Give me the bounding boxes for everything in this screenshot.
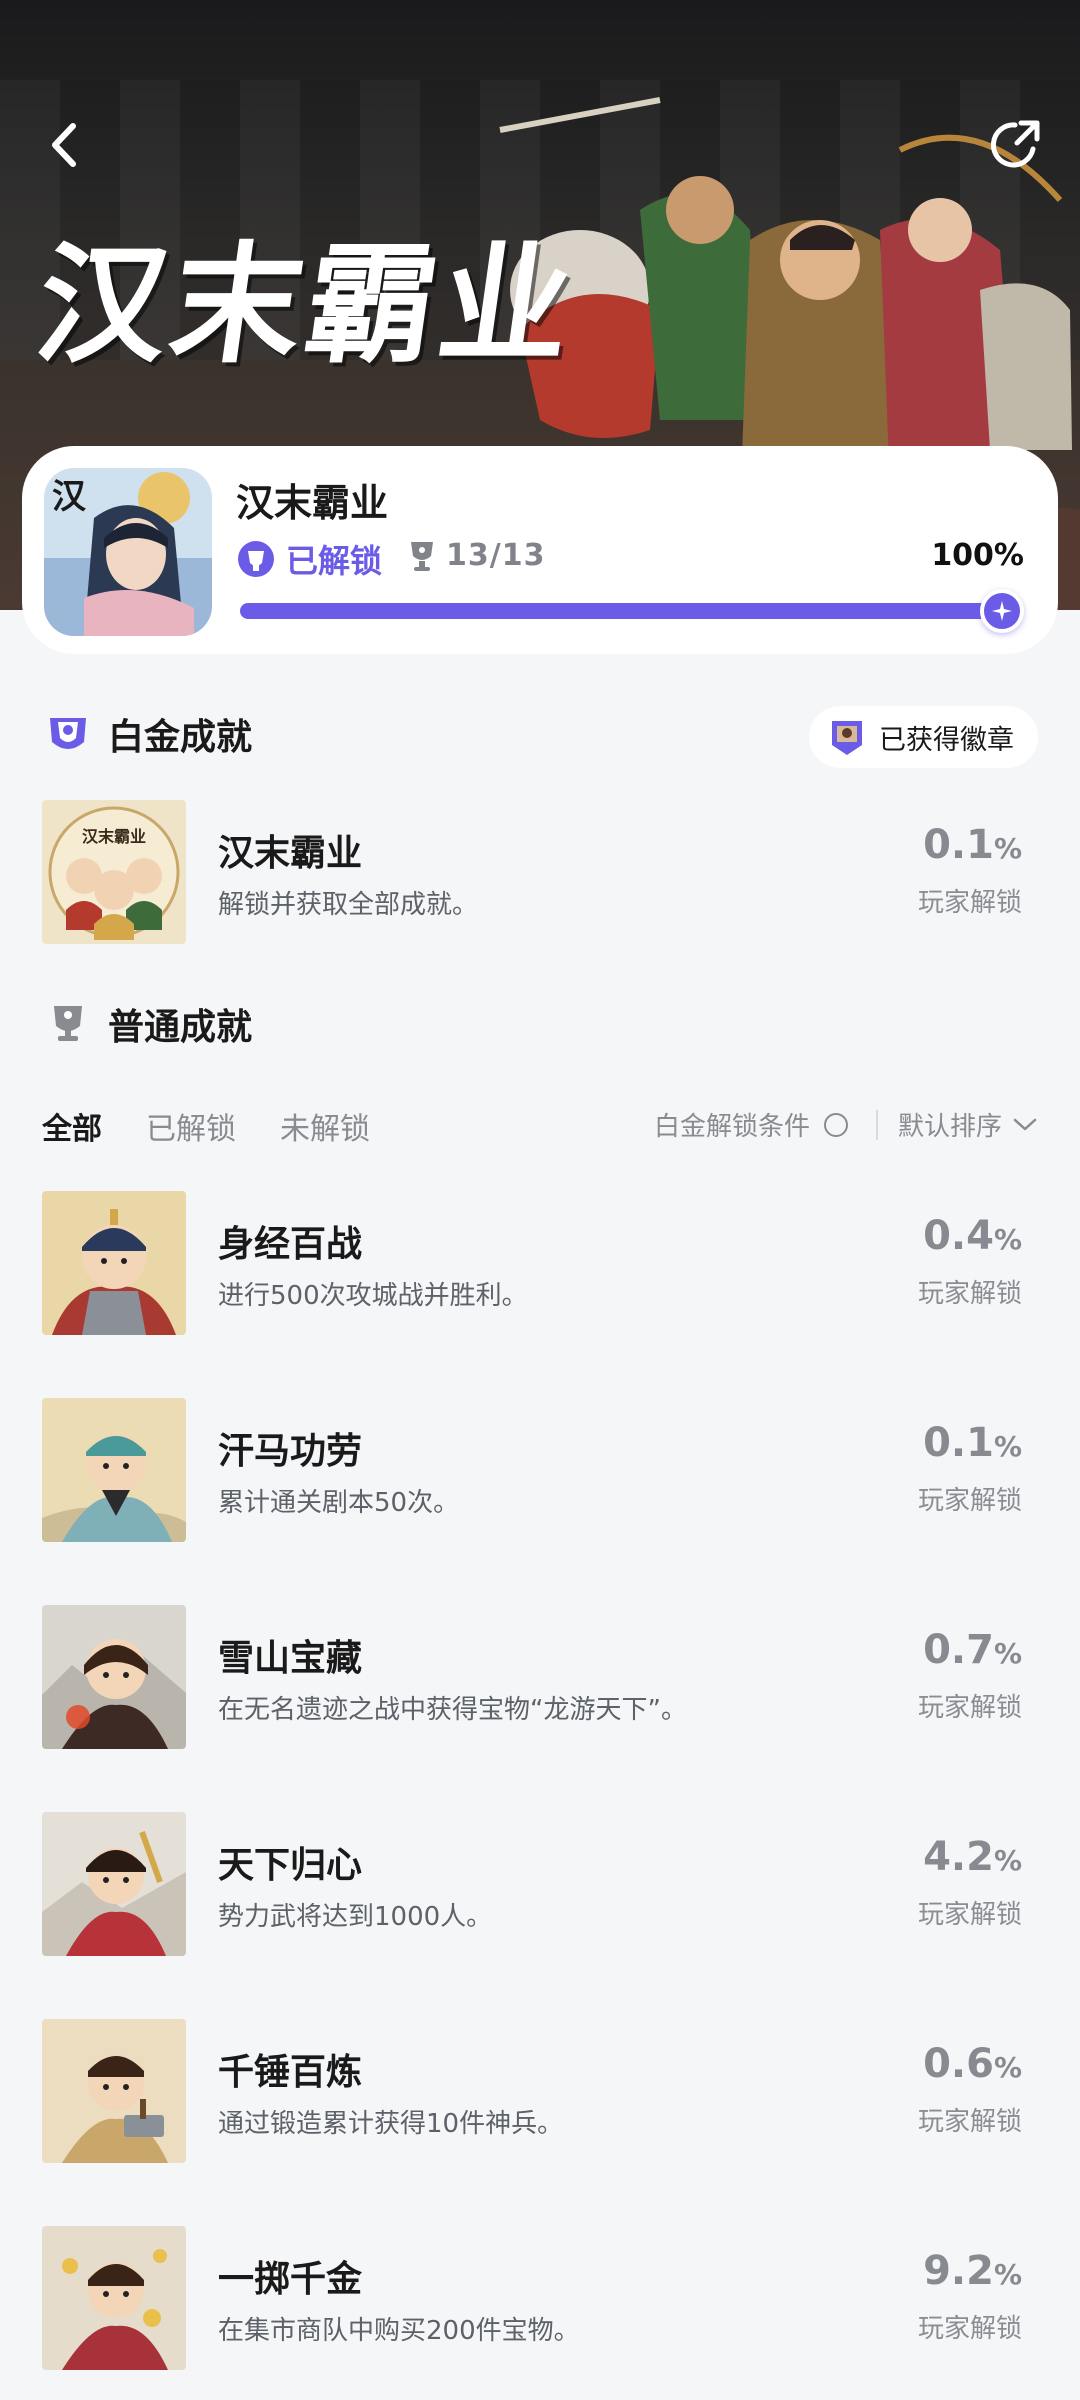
- achievement-description: 进行500次攻城战并胜利。: [218, 1281, 528, 1311]
- completion-progress-fill: [240, 603, 1010, 619]
- achievement-name: 雪山宝藏: [218, 1638, 363, 1679]
- unlock-rate-caption: 玩家解锁: [917, 1693, 1022, 1723]
- unlock-rate-unit: %: [993, 1637, 1022, 1670]
- achievement-row[interactable]: 千锤百炼 通过锻造累计获得10件神兵。 0.6% 玩家解锁: [42, 2019, 1038, 2163]
- unlock-rate: 0.1%: [923, 1420, 1022, 1466]
- achievement-thumbnail: [42, 1398, 186, 1542]
- completion-progress-bar: [240, 589, 1024, 633]
- achievement-name: 千锤百炼: [218, 2052, 363, 2093]
- platinum-condition-label: 白金解锁条件: [654, 1112, 811, 1142]
- achievement-thumbnail: [42, 2226, 186, 2370]
- platinum-condition-toggle[interactable]: 白金解锁条件: [654, 1106, 849, 1143]
- achievement-count-label: 13/13: [446, 538, 546, 573]
- tab-all[interactable]: 全部: [42, 1104, 102, 1148]
- chevron-left-icon: [52, 123, 76, 167]
- thumbnail-logo-text: 汉末霸业: [82, 827, 146, 846]
- platinum-section-header: 白金成就: [42, 708, 252, 760]
- game-icon-logo-text: 汉: [52, 477, 87, 517]
- achievement-thumbnail: [42, 1191, 186, 1335]
- banner-title: 汉末霸业: [27, 228, 586, 381]
- normal-section-title: 普通成就: [108, 1007, 253, 1048]
- achievement-page: 汉末霸业 汉 汉末霸业 已解锁 13/13 100% 白金成就 已获得徽章 汉末…: [0, 0, 1080, 2400]
- unlock-rate-caption: 玩家解锁: [917, 1900, 1022, 1930]
- unlock-rate-unit: %: [993, 2258, 1022, 2291]
- unlock-rate-caption: 玩家解锁: [917, 888, 1022, 918]
- unlock-rate-caption: 玩家解锁: [917, 1279, 1022, 1309]
- unlock-rate-value: 9.2: [923, 2248, 994, 2294]
- trophy-icon: [54, 1006, 82, 1041]
- unlock-rate: 0.4%: [923, 1213, 1022, 1259]
- achievement-description: 势力武将达到1000人。: [218, 1902, 493, 1932]
- game-name: 汉末霸业: [236, 481, 389, 525]
- sort-label: 默认排序: [898, 1112, 1003, 1142]
- achievement-description: 解锁并获取全部成就。: [218, 890, 479, 920]
- unlock-rate-caption: 玩家解锁: [917, 1486, 1022, 1516]
- achievement-row[interactable]: 一掷千金 在集市商队中购买200件宝物。 9.2% 玩家解锁: [42, 2226, 1038, 2370]
- completion-progress-knob: [980, 589, 1024, 633]
- earned-badge-label: 已获得徽章: [879, 724, 1014, 756]
- normal-section-header: 普通成就: [42, 998, 252, 1050]
- achievement-name: 天下归心: [218, 1845, 363, 1886]
- share-button[interactable]: [980, 110, 1050, 180]
- unlock-rate-value: 0.7: [923, 1627, 994, 1673]
- unlock-status-label: 已解锁: [286, 542, 383, 580]
- achievement-description: 累计通关剧本50次。: [218, 1488, 460, 1518]
- unlock-rate-caption: 玩家解锁: [917, 2314, 1022, 2344]
- completion-percent: 100%: [931, 538, 1024, 573]
- filter-divider: [876, 1110, 878, 1140]
- earned-badge-button[interactable]: 已获得徽章: [809, 706, 1038, 768]
- achievement-thumbnail: [42, 2019, 186, 2163]
- unlock-rate-caption: 玩家解锁: [917, 2107, 1022, 2137]
- unlock-rate-unit: %: [993, 1223, 1022, 1256]
- back-button[interactable]: [30, 110, 100, 180]
- achievement-thumbnail: [42, 1605, 186, 1749]
- chevron-down-icon: [1013, 1118, 1037, 1130]
- achievement-name: 身经百战: [218, 1224, 363, 1265]
- achievement-row[interactable]: 天下归心 势力武将达到1000人。 4.2% 玩家解锁: [42, 1812, 1038, 1956]
- platinum-trophy-icon: [238, 541, 274, 577]
- unlock-rate: 4.2%: [923, 1834, 1022, 1880]
- platinum-section-title: 白金成就: [108, 717, 253, 758]
- achievement-description: 在集市商队中购买200件宝物。: [218, 2316, 580, 2346]
- unlock-rate-unit: %: [993, 1430, 1022, 1463]
- achievement-filter-tabs: 全部 已解锁 未解锁: [42, 1104, 370, 1148]
- unlock-rate: 9.2%: [923, 2248, 1022, 2294]
- unlock-rate-value: 0.6: [923, 2041, 994, 2087]
- achievement-name: 汉末霸业: [218, 833, 363, 874]
- share-icon: [990, 120, 1040, 168]
- achievement-row[interactable]: 雪山宝藏 在无名遗迹之战中获得宝物“龙游天下”。 0.7% 玩家解锁: [42, 1605, 1038, 1749]
- unlock-rate: 0.1%: [923, 822, 1022, 868]
- unlock-rate-unit: %: [993, 832, 1022, 865]
- achievement-thumbnail: 汉末霸业: [42, 800, 186, 944]
- unlock-rate-value: 0.1: [923, 1420, 994, 1466]
- unlock-status: 已解锁: [236, 536, 382, 582]
- game-icon: 汉: [44, 468, 212, 636]
- platinum-achievement[interactable]: 汉末霸业 汉末霸业 解锁并获取全部成就。 0.1% 玩家解锁: [42, 800, 1038, 944]
- unlock-rate-value: 0.4: [923, 1213, 994, 1259]
- badge-icon: [832, 721, 862, 755]
- sort-dropdown[interactable]: 默认排序: [898, 1106, 1038, 1143]
- unlock-rate-value: 0.1: [923, 822, 994, 868]
- game-summary-card: 汉 汉末霸业 已解锁 13/13 100%: [22, 446, 1058, 654]
- trophy-icon: [411, 541, 433, 571]
- unlock-rate: 0.7%: [923, 1627, 1022, 1673]
- unlock-rate-value: 4.2: [923, 1834, 994, 1880]
- achievement-description: 在无名遗迹之战中获得宝物“龙游天下”。: [218, 1695, 687, 1725]
- achievement-name: 一掷千金: [218, 2259, 363, 2300]
- tab-locked[interactable]: 未解锁: [280, 1104, 370, 1148]
- unlock-rate-unit: %: [993, 2051, 1022, 2084]
- platinum-trophy-icon: [50, 718, 86, 749]
- achievement-description: 通过锻造累计获得10件神兵。: [218, 2109, 564, 2139]
- tab-unlocked[interactable]: 已解锁: [146, 1104, 236, 1148]
- achievement-name: 汗马功劳: [218, 1431, 363, 1472]
- sparkle-icon: [992, 601, 1012, 621]
- unlock-rate-unit: %: [993, 1844, 1022, 1877]
- unlock-rate: 0.6%: [923, 2041, 1022, 2087]
- achievement-row[interactable]: 身经百战 进行500次攻城战并胜利。 0.4% 玩家解锁: [42, 1191, 1038, 1335]
- radio-circle-icon: [824, 1112, 849, 1137]
- achievement-thumbnail: [42, 1812, 186, 1956]
- achievement-count: 13/13: [408, 538, 545, 573]
- achievement-row[interactable]: 汗马功劳 累计通关剧本50次。 0.1% 玩家解锁: [42, 1398, 1038, 1542]
